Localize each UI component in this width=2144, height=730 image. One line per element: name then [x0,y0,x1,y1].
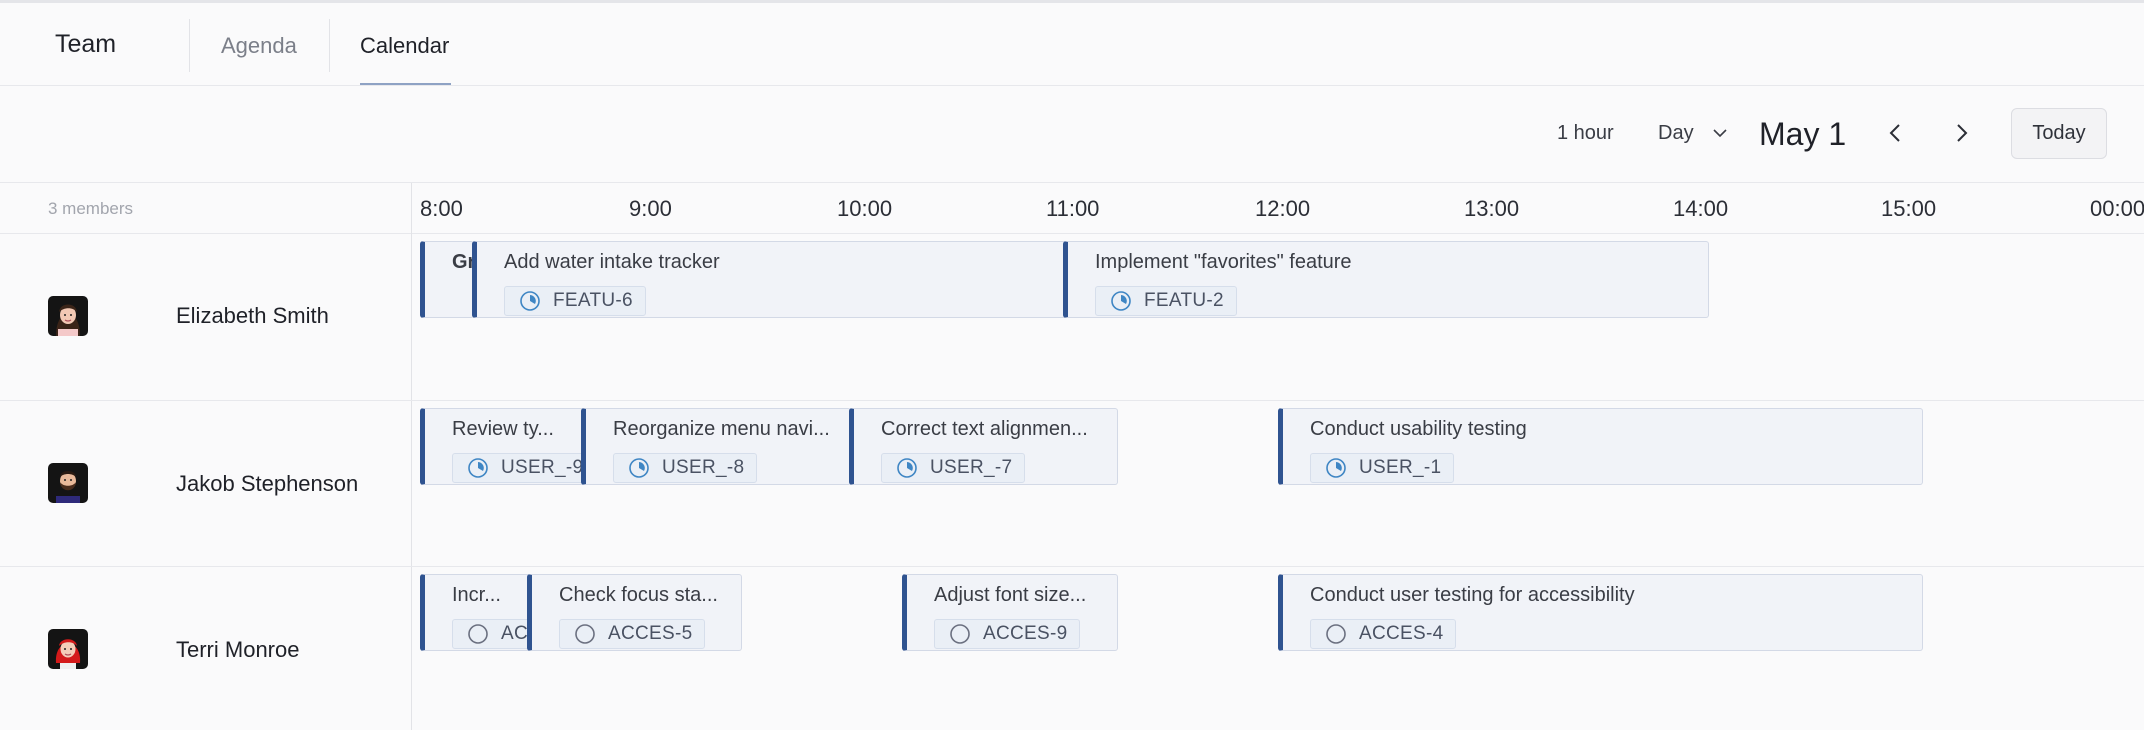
event-card[interactable]: Conduct user testing for accessibility A… [1278,574,1923,651]
issue-key-chip[interactable]: ACCES-5 [559,619,706,649]
issue-key: ACCES-4 [1359,623,1444,644]
issue-key-chip[interactable]: ACCES-9 [934,619,1081,649]
event-card[interactable]: Adjust font size... ACCES-9 [902,574,1118,651]
event-card[interactable]: Check focus sta... ACCES-5 [527,574,742,651]
header-divider [329,19,330,72]
man-beard-avatar-icon [48,463,88,503]
in-progress-status-icon [520,291,540,311]
issue-key-chip[interactable]: ACCES-4 [1310,619,1457,649]
time-tick: 9:00 [629,196,672,221]
time-tick: 00:00 [2090,196,2144,221]
issue-key-chip[interactable]: USER_-9 [452,453,584,483]
event-title: Gr [452,251,474,273]
today-button[interactable]: Today [2011,108,2107,159]
time-tick: 12:00 [1255,196,1311,221]
tab-agenda[interactable]: Agenda [221,33,297,59]
event-title: Review ty... [452,418,554,440]
page-title: Team [55,30,117,58]
calendar-toolbar: 1 hour Day May 1 Today [0,86,2144,183]
event-card[interactable]: Reorganize menu navi... USER_-8 [581,408,851,485]
in-progress-status-icon [629,458,649,478]
view-selector[interactable]: Day [1658,122,1694,145]
todo-status-icon [950,624,970,644]
event-title: Check focus sta... [559,584,718,606]
event-title: Conduct user testing for accessibility [1310,584,1635,606]
event-title: Incr... [452,584,501,606]
time-tick: 11:00 [1046,196,1100,221]
event-card[interactable]: Add water intake tracker FEATU-6 [472,241,1066,318]
time-tick: 10:00 [837,196,893,221]
header-divider [189,19,190,72]
event-card[interactable]: Gr [420,241,474,318]
issue-key: AC [501,623,528,644]
member-row: Jakob Stephenson Review ty... USER_-9 Re… [0,401,2144,567]
member-name: Elizabeth Smith [176,303,329,328]
event-title: Adjust font size... [934,584,1087,606]
interval-selector[interactable]: 1 hour [1557,122,1614,145]
timeline-header: 3 members 8:00 9:00 10:00 11:00 12:00 13… [0,183,2144,234]
avatar[interactable] [48,629,88,669]
issue-key: ACCES-5 [608,623,693,644]
active-tab-indicator [360,83,451,85]
issue-key-chip[interactable]: FEATU-2 [1095,286,1237,316]
issue-key-chip[interactable]: FEATU-6 [504,286,646,316]
in-progress-status-icon [468,458,488,478]
chevron-right-icon[interactable] [1948,120,1974,146]
issue-key: USER_-7 [930,457,1013,478]
woman-red-hair-avatar-icon [48,629,88,669]
event-title: Add water intake tracker [504,251,720,273]
issue-key-chip[interactable]: USER_-8 [613,453,758,483]
member-name: Terri Monroe [176,637,300,662]
event-card[interactable]: Implement "favorites" feature FEATU-2 [1063,241,1709,318]
todo-status-icon [575,624,595,644]
avatar[interactable] [48,463,88,503]
issue-key: FEATU-2 [1144,290,1224,311]
in-progress-status-icon [1326,458,1346,478]
issue-key-chip[interactable]: USER_-1 [1310,453,1455,483]
event-card[interactable]: Incr... AC [420,574,530,651]
issue-key-chip[interactable]: USER_-7 [881,453,1026,483]
member-row: Terri Monroe Incr... AC Check focus sta.… [0,567,2144,730]
event-title: Implement "favorites" feature [1095,251,1352,273]
issue-key: USER_-9 [501,457,584,478]
issue-key: FEATU-6 [553,290,633,311]
chevron-down-icon[interactable] [1711,124,1729,142]
time-tick: 13:00 [1464,196,1520,221]
in-progress-status-icon [1111,291,1131,311]
event-card[interactable]: Conduct usability testing USER_-1 [1278,408,1923,485]
todo-status-icon [468,624,488,644]
in-progress-status-icon [897,458,917,478]
current-date: May 1 [1759,116,1847,152]
member-name: Jakob Stephenson [176,471,359,496]
issue-key: ACCES-9 [983,623,1068,644]
time-tick: 14:00 [1673,196,1729,221]
avatar[interactable] [48,296,88,336]
tab-calendar[interactable]: Calendar [360,33,449,59]
event-title: Conduct usability testing [1310,418,1527,440]
time-tick: 15:00 [1881,196,1937,221]
woman-dark-hair-avatar-icon [48,296,88,336]
todo-status-icon [1326,624,1346,644]
issue-key: USER_-1 [1359,457,1442,478]
chevron-left-icon[interactable] [1883,120,1909,146]
event-title: Reorganize menu navi... [613,418,830,440]
page-header: Team Agenda Calendar [0,3,2144,86]
issue-key: USER_-8 [662,457,745,478]
event-title: Correct text alignmen... [881,418,1088,440]
issue-key-chip[interactable]: AC [452,619,529,649]
event-card[interactable]: Review ty... USER_-9 [420,408,584,485]
event-card[interactable]: Correct text alignmen... USER_-7 [849,408,1118,485]
members-count: 3 members [48,199,134,218]
member-row: Elizabeth Smith Gr Add water intake trac… [0,234,2144,401]
time-tick: 8:00 [420,196,463,221]
